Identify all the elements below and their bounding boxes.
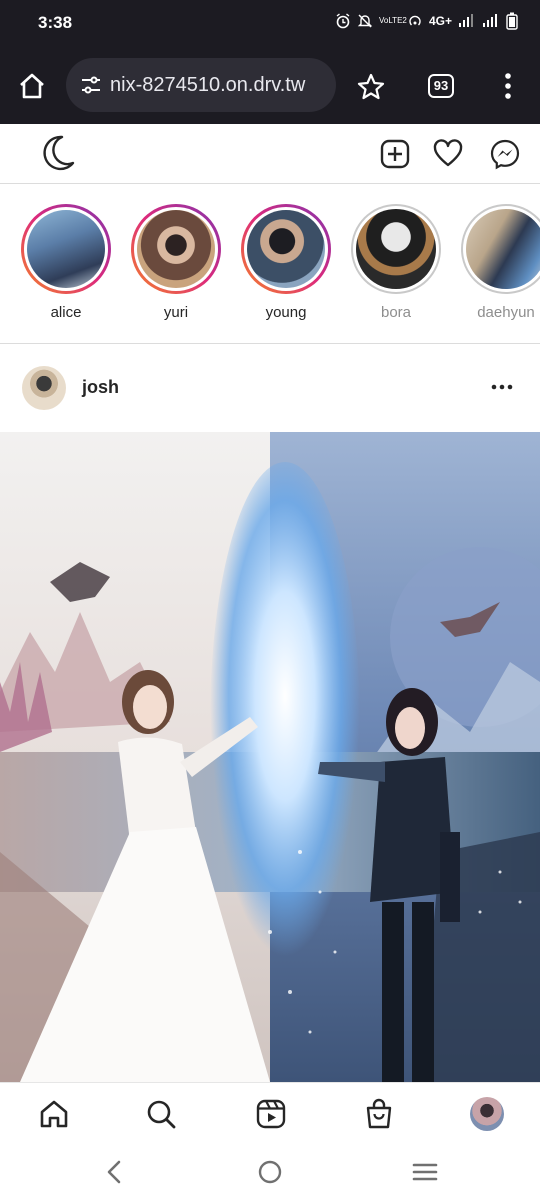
post-header: josh [0, 344, 540, 432]
story-username: daehyun [477, 304, 535, 321]
moon-icon[interactable] [38, 133, 76, 173]
status-time: 3:38 [38, 13, 73, 32]
more-options-icon[interactable] [490, 377, 514, 397]
story-avatar [247, 210, 325, 288]
bookmark-star-icon[interactable] [356, 72, 386, 102]
story-avatar [466, 209, 540, 289]
story-item[interactable]: alice [16, 204, 116, 321]
post-username[interactable]: josh [82, 377, 119, 398]
status-bar: 3:38 VoLTE2 4G+ [0, 0, 540, 46]
browser-toolbar: nix-8274510.on.drv.tw 93 [0, 46, 540, 124]
story-avatar [137, 210, 215, 288]
url-text[interactable]: nix-8274510.on.drv.tw [110, 74, 330, 97]
avatar[interactable] [22, 366, 66, 410]
mute-icon [357, 14, 373, 28]
back-icon[interactable] [101, 1158, 129, 1186]
network-label: 4G+ [428, 14, 452, 28]
home-circle-icon[interactable] [256, 1158, 284, 1186]
app-header [0, 124, 540, 184]
story-username: alice [50, 304, 82, 321]
story-username: yuri [163, 304, 189, 321]
story-username: young [265, 304, 307, 321]
system-nav-bar [0, 1144, 540, 1200]
post-image[interactable] [0, 432, 540, 1082]
story-item[interactable]: yuri [126, 204, 226, 321]
browser-home-icon[interactable] [16, 70, 48, 102]
shop-bag-icon[interactable] [362, 1097, 396, 1131]
story-ring [241, 204, 331, 294]
story-ring [461, 204, 540, 294]
bottom-nav [0, 1082, 540, 1144]
recents-icon[interactable] [411, 1158, 439, 1186]
story-ring [131, 204, 221, 294]
stories-tray: alice yuri young bora daehyun [0, 184, 540, 344]
story-item[interactable]: young [236, 204, 336, 321]
story-avatar [356, 209, 436, 289]
volte-label: VoLTE2 [378, 16, 407, 25]
tab-count-button[interactable]: 93 [428, 74, 454, 98]
heart-icon[interactable] [432, 138, 464, 170]
status-icons: VoLTE2 4G+ [335, 12, 518, 30]
story-avatar [27, 210, 105, 288]
address-bar[interactable]: nix-8274510.on.drv.tw [66, 58, 336, 112]
story-username: bora [380, 304, 412, 321]
hotspot-icon [409, 15, 421, 26]
messenger-icon[interactable] [489, 138, 521, 170]
post-artwork [0, 432, 540, 1082]
story-item[interactable]: daehyun [456, 204, 540, 321]
home-icon[interactable] [37, 1097, 71, 1131]
site-settings-icon[interactable] [80, 75, 102, 95]
signal-icon [459, 14, 473, 27]
reels-icon[interactable] [254, 1097, 288, 1131]
story-ring [21, 204, 111, 294]
story-ring [351, 204, 441, 294]
profile-avatar[interactable] [470, 1097, 504, 1131]
search-icon[interactable] [144, 1097, 178, 1131]
signal-icon-2 [483, 14, 497, 27]
alarm-icon [336, 13, 350, 29]
add-square-icon[interactable] [379, 138, 411, 170]
story-item[interactable]: bora [346, 204, 446, 321]
browser-menu-icon[interactable] [498, 70, 518, 102]
battery-icon [506, 12, 518, 30]
